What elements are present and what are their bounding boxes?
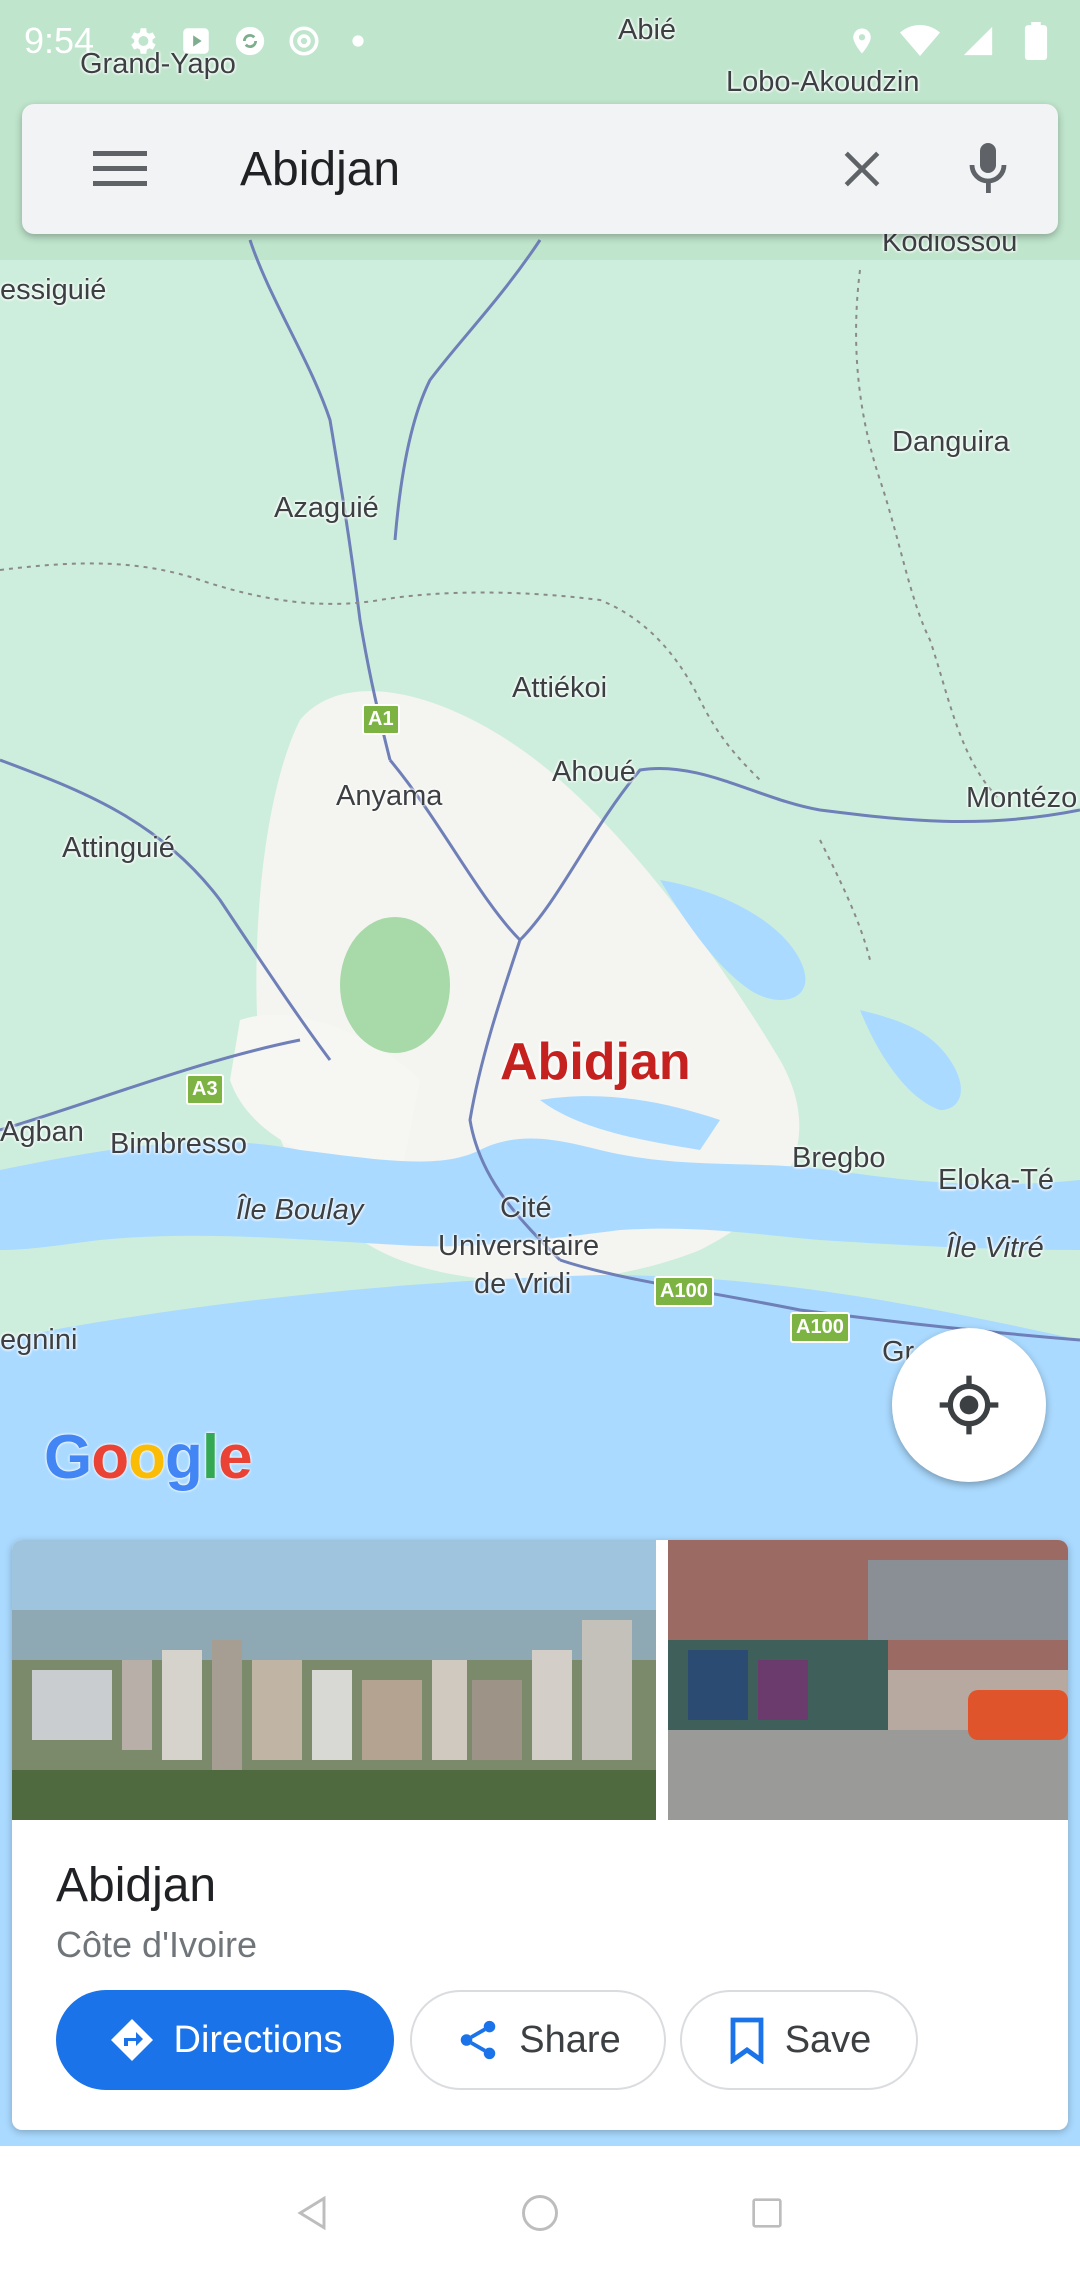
city-skyline-image xyxy=(12,1540,656,1820)
at-sign-icon xyxy=(284,21,324,61)
place-label: Montézo xyxy=(966,782,1078,814)
share-label: Share xyxy=(519,2018,621,2061)
place-label: Danguira xyxy=(892,426,1010,458)
recents-button[interactable] xyxy=(737,2183,797,2243)
back-icon xyxy=(297,2195,326,2231)
place-label: Île Vitré xyxy=(946,1232,1044,1264)
home-button[interactable] xyxy=(510,2183,570,2243)
google-logo: Google xyxy=(44,1423,253,1492)
place-photo[interactable] xyxy=(668,1540,1068,1820)
place-label: egnini xyxy=(0,1324,78,1356)
place-photo[interactable] xyxy=(12,1540,656,1820)
place-label: de Vridi xyxy=(474,1268,572,1300)
sync-icon xyxy=(230,21,270,61)
place-label: Eloka-Té xyxy=(938,1164,1055,1196)
close-icon xyxy=(844,151,880,187)
place-name: Abidjan xyxy=(56,1859,217,1912)
my-location-button[interactable] xyxy=(892,1328,1046,1482)
home-icon xyxy=(522,2195,558,2231)
signal-icon xyxy=(958,21,998,61)
place-card[interactable]: Abidjan Côte d'Ivoire Directions Share S… xyxy=(12,1540,1068,2130)
road-shield: A100 xyxy=(790,1312,850,1343)
place-label: Attinguié xyxy=(62,832,175,864)
search-bar[interactable]: Abidjan xyxy=(22,104,1058,234)
play-store-icon xyxy=(176,21,216,61)
crosshair-icon xyxy=(939,1375,999,1435)
save-button[interactable]: Save xyxy=(680,1990,918,2090)
microphone-icon xyxy=(969,143,1007,193)
place-label: Bimbresso xyxy=(110,1128,247,1160)
road-shield: A100 xyxy=(654,1276,714,1307)
navigation-bar xyxy=(0,2146,1080,2280)
place-label: Azaguié xyxy=(274,492,379,524)
place-country: Côte d'Ivoire xyxy=(56,1924,257,1965)
search-input[interactable]: Abidjan xyxy=(240,142,822,197)
place-label: Universitaire xyxy=(438,1230,600,1262)
road-shield: A1 xyxy=(362,704,400,735)
hamburger-icon xyxy=(93,151,147,186)
back-button[interactable] xyxy=(283,2183,343,2243)
place-label: Anyama xyxy=(336,780,443,812)
dot-icon xyxy=(338,21,378,61)
status-time: 9:54 xyxy=(24,20,95,61)
clear-search-button[interactable] xyxy=(822,129,902,209)
recents-icon xyxy=(751,2198,782,2228)
battery-icon xyxy=(1016,21,1056,61)
place-label: Bregbo xyxy=(792,1142,886,1174)
directions-icon xyxy=(110,2019,153,2061)
status-bar: 9:54 xyxy=(0,0,1080,82)
save-label: Save xyxy=(784,2018,872,2061)
share-icon xyxy=(461,2020,496,2060)
place-label: Attiékoi xyxy=(512,672,608,704)
location-icon xyxy=(842,21,882,61)
road-shield: A3 xyxy=(186,1074,224,1105)
settings-icon xyxy=(122,21,162,61)
place-label: Île Boulay xyxy=(236,1194,364,1226)
street-image xyxy=(668,1540,1068,1820)
place-label: Agban xyxy=(0,1116,84,1148)
bookmark-icon xyxy=(730,2017,764,2064)
place-label: essiguié xyxy=(0,274,107,306)
place-label: Ahoué xyxy=(552,756,636,788)
directions-label: Directions xyxy=(173,2018,343,2061)
share-button[interactable]: Share xyxy=(410,1990,666,2090)
place-label: Cité xyxy=(500,1192,552,1224)
directions-button[interactable]: Directions xyxy=(56,1990,394,2090)
menu-button[interactable] xyxy=(70,119,170,219)
voice-search-button[interactable] xyxy=(948,129,1028,209)
wifi-icon xyxy=(900,21,940,61)
city-label[interactable]: Abidjan xyxy=(500,1032,691,1092)
